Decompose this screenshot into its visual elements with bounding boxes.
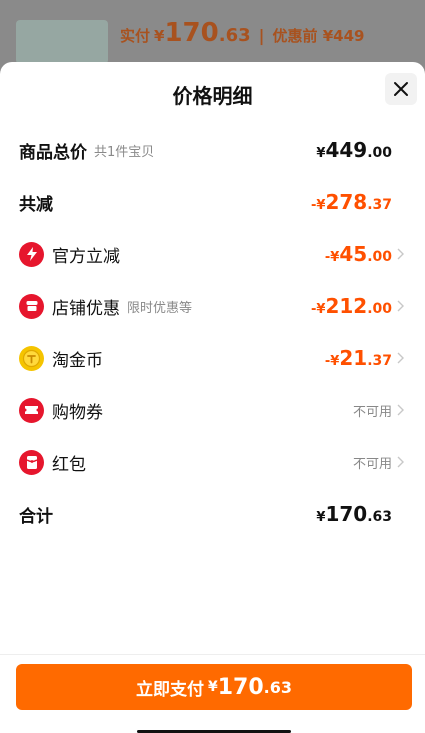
row-taojinbi[interactable]: 淘金币 -¥ 21 .37 (19, 342, 405, 374)
shop-label: 店铺优惠 (52, 298, 120, 319)
total-amount: ¥ 449 .00 (316, 138, 392, 162)
redpacket-status: 不可用 (352, 456, 392, 472)
close-button[interactable] (385, 73, 417, 105)
sum-amount: ¥ 170 .63 (316, 502, 392, 526)
red-packet-icon (19, 449, 44, 475)
chevron-right-icon (395, 300, 405, 312)
coins-currency: -¥ (324, 354, 340, 369)
official-label: 官方立减 (52, 246, 120, 267)
official-amount: -¥ 45 .00 (325, 242, 392, 266)
total-dec: .00 (367, 145, 392, 161)
background-price: 实付 ¥ 170 .63 | 优惠前 ¥449 (120, 18, 364, 48)
total-sub: 共1件宝贝 (94, 144, 155, 160)
official-dec: .00 (367, 249, 392, 265)
bg-before-price: 优惠前 ¥449 (272, 27, 365, 45)
pay-int: 170 (217, 674, 264, 700)
shop-dec: .00 (367, 301, 392, 317)
voucher-label: 购物券 (52, 402, 103, 423)
total-label: 商品总价 (19, 142, 87, 163)
bg-paid-int: 170 (164, 18, 219, 48)
row-red-packet[interactable]: 红包 不可用 (19, 446, 405, 478)
bg-paid-dec: .63 (218, 25, 251, 46)
pay-now-button[interactable]: 立即支付 ¥ 170 .63 (16, 664, 412, 710)
chevron-right-icon (395, 404, 405, 416)
divider (0, 654, 425, 655)
coins-label: 淘金币 (52, 350, 103, 371)
shop-currency: -¥ (310, 302, 326, 317)
official-currency: -¥ (324, 250, 340, 265)
product-thumbnail (16, 20, 108, 64)
sum-label: 合计 (19, 506, 53, 527)
discount-currency: -¥ (310, 198, 326, 213)
pay-currency: ¥ (207, 679, 218, 695)
sum-currency: ¥ (316, 510, 326, 525)
pay-label: 立即支付 (135, 679, 204, 700)
discount-int: 278 (325, 190, 368, 214)
total-int: 449 (325, 138, 368, 162)
shop-sub: 限时优惠等 (127, 300, 193, 316)
chevron-right-icon (395, 352, 405, 364)
sheet-title: 价格明细 (172, 84, 253, 108)
row-discount: 共减 -¥ 278 .37 (19, 186, 405, 218)
pay-dec: .63 (263, 677, 293, 697)
chevron-right-icon (395, 248, 405, 260)
row-shop-discount[interactable]: 店铺优惠 限时优惠等 -¥ 212 .00 (19, 290, 405, 322)
coins-int: 21 (339, 346, 368, 370)
row-official-discount[interactable]: 官方立减 -¥ 45 .00 (19, 238, 405, 270)
total-currency: ¥ (316, 146, 326, 161)
shop-amount: -¥ 212 .00 (311, 294, 392, 318)
redpacket-label: 红包 (52, 454, 86, 475)
row-voucher[interactable]: 购物券 不可用 (19, 394, 405, 426)
voucher-status: 不可用 (352, 404, 392, 420)
coin-icon (19, 345, 44, 371)
background-page: 实付 ¥ 170 .63 | 优惠前 ¥449 (0, 0, 425, 70)
sum-int: 170 (325, 502, 368, 526)
discount-dec: .37 (367, 197, 392, 213)
ticket-icon (19, 397, 44, 423)
row-sum: 合计 ¥ 170 .63 (19, 498, 405, 530)
bg-paid-label: 实付 (120, 27, 151, 45)
discount-label: 共减 (19, 194, 53, 215)
shop-int: 212 (325, 294, 368, 318)
coins-amount: -¥ 21 .37 (325, 346, 392, 370)
price-detail-sheet: 价格明细 商品总价 共1件宝贝 ¥ 449 .00 共减 -¥ 278 .37 (0, 62, 425, 733)
coins-dec: .37 (367, 353, 392, 369)
close-icon (394, 82, 408, 96)
sum-dec: .63 (367, 509, 392, 525)
shop-icon (19, 293, 44, 319)
bg-separator: | (258, 26, 265, 45)
lightning-icon (19, 241, 44, 267)
official-int: 45 (339, 242, 368, 266)
row-total: 商品总价 共1件宝贝 ¥ 449 .00 (19, 134, 405, 166)
discount-amount: -¥ 278 .37 (311, 190, 392, 214)
bg-currency: ¥ (154, 27, 165, 45)
chevron-right-icon (395, 456, 405, 468)
